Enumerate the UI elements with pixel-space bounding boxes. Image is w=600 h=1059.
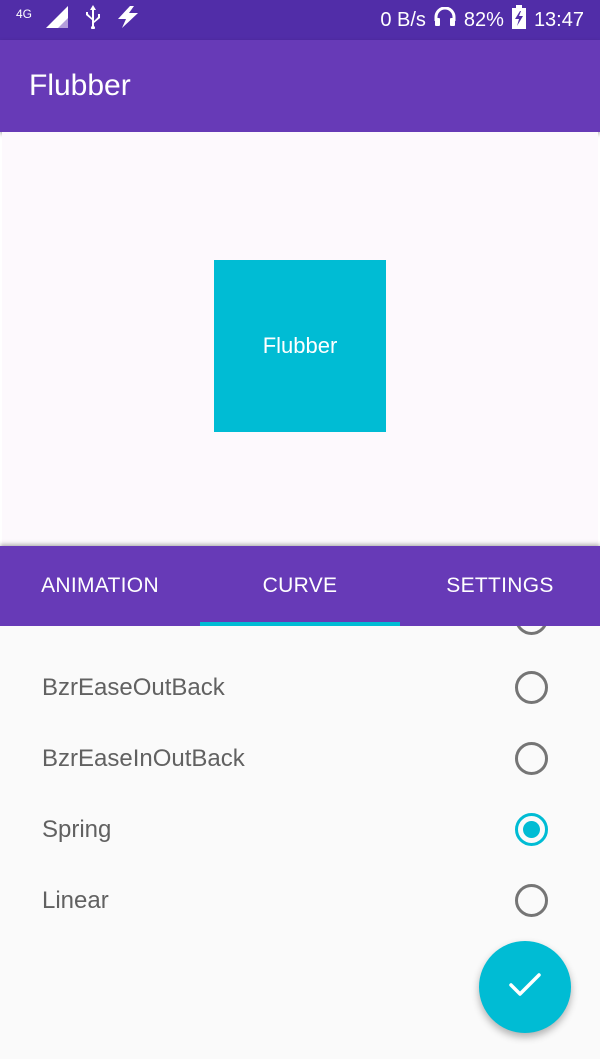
bolt-icon	[116, 6, 140, 34]
list-item-label: Spring	[42, 815, 112, 843]
list-item-label: BzrEaseInOutBack	[42, 744, 245, 772]
tab-bar: ANIMATION CURVE SETTINGS	[0, 546, 600, 626]
signal-icon	[46, 6, 70, 34]
apply-fab-button[interactable]	[479, 941, 571, 1033]
network-type: 4G	[16, 7, 33, 21]
radio-button[interactable]	[515, 626, 548, 635]
radio-button[interactable]	[515, 742, 548, 775]
check-icon	[508, 972, 542, 1003]
animated-box[interactable]: Flubber	[214, 260, 386, 432]
tab-settings[interactable]: SETTINGS	[400, 546, 600, 626]
network-speed: 0 B/s	[380, 8, 426, 31]
status-bar: 4G 0 B/s 82% 13:47	[0, 0, 600, 40]
tab-animation[interactable]: ANIMATION	[0, 546, 200, 626]
headset-icon	[434, 6, 456, 33]
list-item-bzreaseinoutback[interactable]: BzrEaseInOutBack	[0, 723, 600, 794]
radio-button-selected[interactable]	[515, 813, 548, 846]
tab-animation-label: ANIMATION	[41, 574, 159, 597]
clock: 13:47	[533, 8, 584, 31]
battery-level: 82%	[463, 8, 504, 31]
status-right: 0 B/s 82% 13:47	[380, 5, 584, 35]
list-item-label: Linear	[42, 886, 109, 914]
radio-button[interactable]	[515, 884, 548, 917]
tab-settings-label: SETTINGS	[446, 574, 554, 597]
battery-charging-icon	[511, 5, 526, 35]
list-item-bzreaseoutback[interactable]: BzrEaseOutBack	[0, 652, 600, 723]
list-item-spring[interactable]: Spring	[0, 794, 600, 865]
tab-curve-label: CURVE	[262, 574, 338, 597]
animated-box-label: Flubber	[262, 333, 338, 358]
tab-curve[interactable]: CURVE	[200, 546, 400, 626]
list-item-label: BzrEaseOutBack	[42, 673, 225, 701]
status-left: 4G	[16, 5, 140, 35]
preview-area: Flubber	[2, 132, 598, 546]
app-title: Flubber	[29, 69, 131, 102]
list-item-linear[interactable]: Linear	[0, 865, 600, 936]
usb-icon	[84, 5, 102, 35]
radio-button[interactable]	[515, 671, 548, 704]
app-bar: Flubber	[0, 40, 600, 132]
